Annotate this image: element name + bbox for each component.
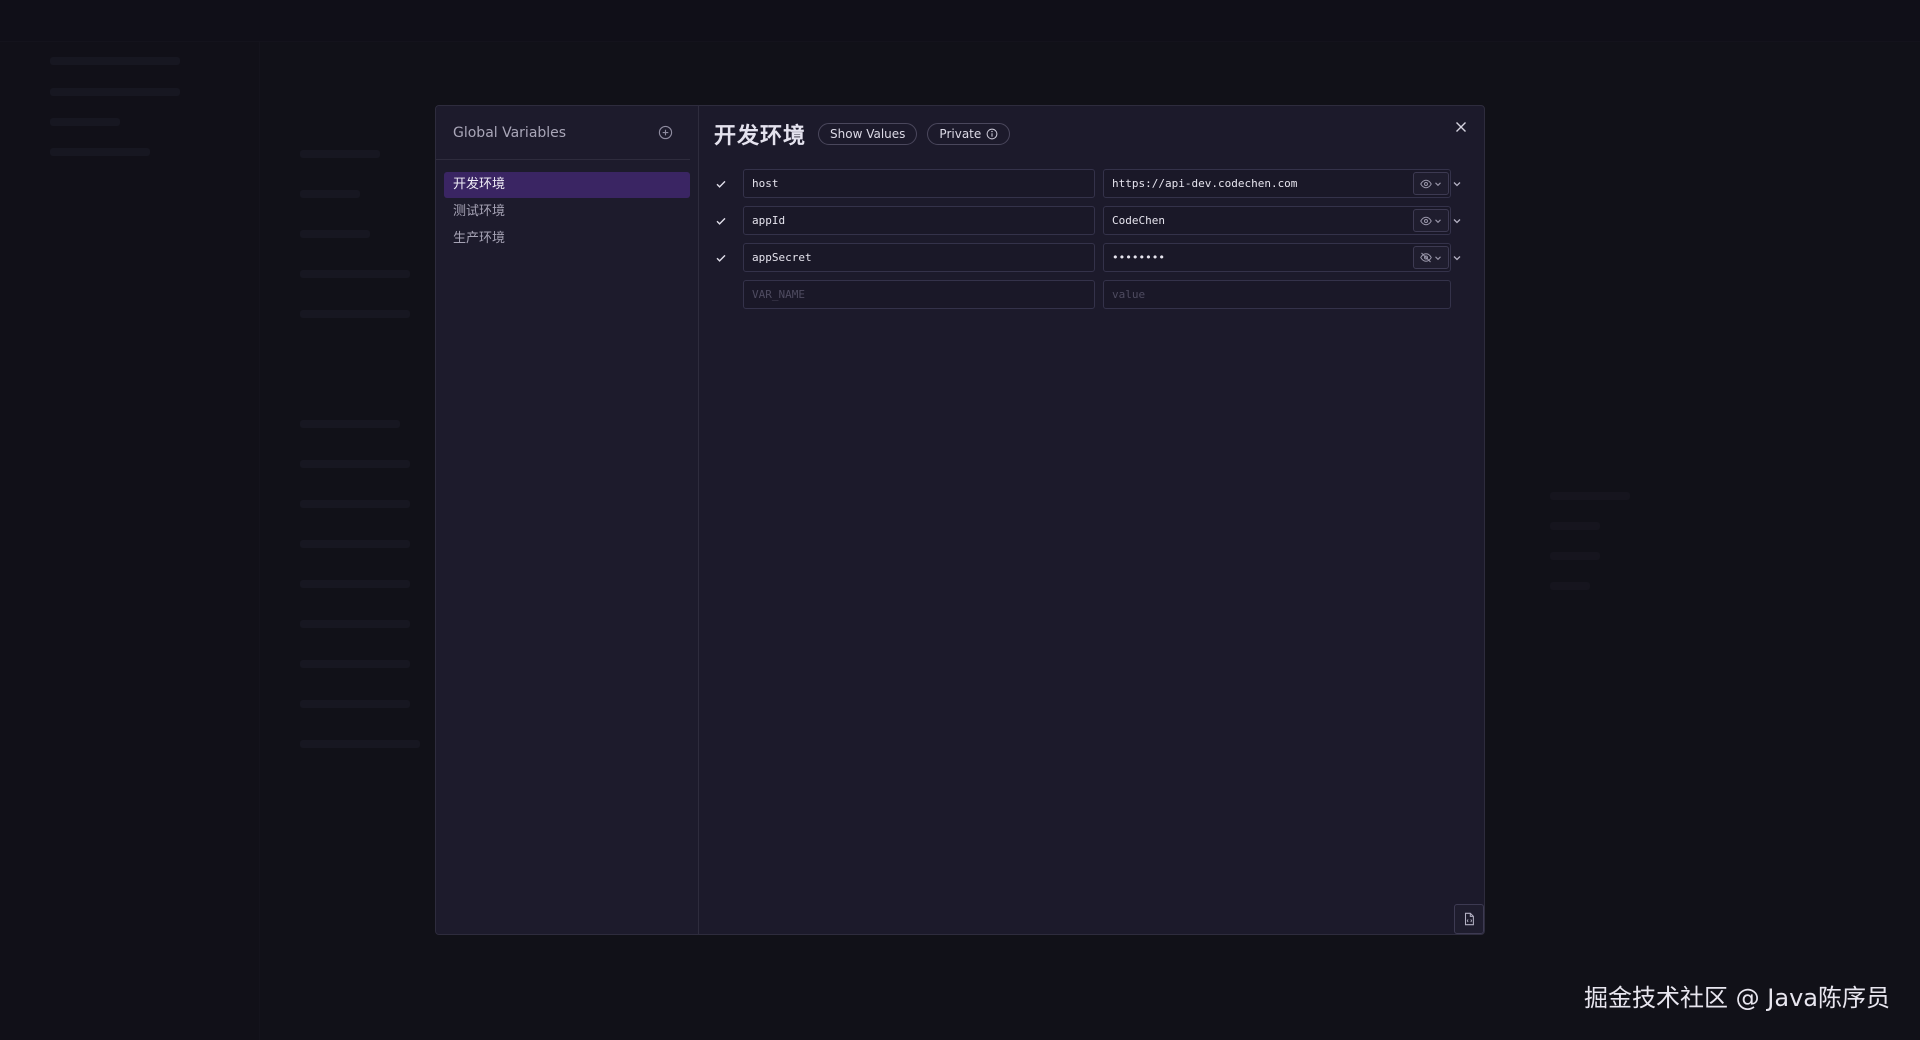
checkmark-icon (716, 254, 726, 262)
watermark-text: 掘金技术社区 @ Java陈序员 (1584, 984, 1890, 1012)
row-expand-button[interactable] (1449, 250, 1465, 266)
visibility-toggle[interactable] (1413, 246, 1449, 269)
variable-value-input[interactable] (1103, 169, 1451, 198)
variable-row (699, 202, 1484, 239)
new-variable-name-input[interactable] (743, 280, 1095, 309)
chevron-down-icon (1435, 181, 1441, 186)
row-expand-button[interactable] (1449, 213, 1465, 229)
close-icon (1456, 122, 1466, 132)
environment-item-dev[interactable]: 开发环境 (444, 172, 690, 198)
variable-value-wrapper (1103, 169, 1451, 198)
sidebar-header: Global Variables (436, 106, 690, 160)
environment-title[interactable]: 开发环境 (714, 118, 806, 150)
eye-icon (1420, 179, 1432, 188)
environment-list: 开发环境 测试环境 生产环境 (436, 160, 698, 252)
variable-row (699, 165, 1484, 202)
new-variable-value-input[interactable] (1103, 280, 1451, 309)
chevron-down-icon (1435, 255, 1441, 260)
variable-name-input[interactable] (743, 243, 1095, 272)
chevron-down-icon (1453, 219, 1461, 224)
variable-value-wrapper (1103, 243, 1451, 272)
private-label: Private (939, 127, 982, 141)
show-values-label: Show Values (830, 127, 906, 141)
environment-item-test[interactable]: 测试环境 (444, 199, 690, 225)
chevron-down-icon (1435, 218, 1441, 223)
variables-table (699, 162, 1484, 313)
panel-header: 开发环境 Show Values Private (699, 106, 1484, 162)
close-dialog-button[interactable] (1452, 118, 1470, 136)
environment-item-prod[interactable]: 生产环境 (444, 226, 690, 252)
visibility-toggle[interactable] (1413, 172, 1449, 195)
variable-row (699, 239, 1484, 276)
environment-detail-panel: 开发环境 Show Values Private (699, 106, 1484, 934)
variable-value-input[interactable] (1103, 243, 1451, 272)
sidebar-title: Global Variables (453, 124, 567, 141)
new-variable-value-wrapper (1103, 280, 1451, 309)
environment-sidebar: Global Variables 开发环境 测试环境 生产环境 (436, 106, 699, 934)
variable-value-input[interactable] (1103, 206, 1451, 235)
file-code-icon (1464, 912, 1474, 926)
variable-value-wrapper (1103, 206, 1451, 235)
enable-checkbox[interactable] (713, 250, 729, 266)
enable-checkbox[interactable] (713, 213, 729, 229)
add-environment-button[interactable] (656, 124, 674, 142)
variable-name-input[interactable] (743, 169, 1095, 198)
plus-circle-icon (658, 125, 672, 140)
export-file-button[interactable] (1454, 904, 1484, 934)
new-variable-row (699, 276, 1484, 313)
checkmark-icon (716, 180, 726, 188)
global-variables-dialog: Global Variables 开发环境 测试环境 生产环境 开发环境 Sho… (435, 105, 1485, 935)
info-icon (986, 128, 998, 140)
show-values-button[interactable]: Show Values (818, 123, 918, 145)
row-expand-button[interactable] (1449, 176, 1465, 192)
checkmark-icon (716, 217, 726, 225)
private-button[interactable]: Private (927, 123, 1011, 145)
eye-icon (1420, 216, 1432, 225)
visibility-toggle[interactable] (1413, 209, 1449, 232)
chevron-down-icon (1453, 256, 1461, 261)
variable-name-input[interactable] (743, 206, 1095, 235)
eye-off-icon (1420, 252, 1432, 263)
enable-checkbox[interactable] (713, 176, 729, 192)
chevron-down-icon (1453, 182, 1461, 187)
